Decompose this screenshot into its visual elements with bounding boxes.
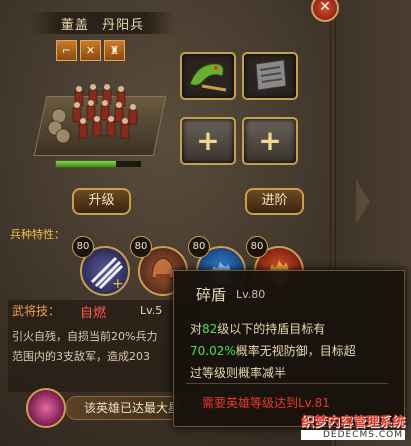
star-status-text: 该英雄已达最大星 (84, 401, 181, 415)
trait-level-4: 80 (246, 236, 268, 258)
armor-icon: ♜ (104, 40, 125, 61)
trait-level-3: 80 (188, 236, 210, 258)
watermark: 织梦内容管理系统 DEDECMS.COM (300, 411, 405, 440)
boot-icon: ⌐ (56, 40, 77, 61)
traits-label: 兵种特性： (10, 228, 65, 241)
general-skill-level: Lv.5 (140, 304, 163, 317)
add-icon: + (258, 124, 282, 157)
empty-slot-2[interactable]: + (242, 117, 298, 165)
tooltip-line-3: 过等级则概率减半 (190, 366, 287, 380)
general-name: 董盖 (60, 18, 89, 33)
tooltip-level-threshold: 82 (202, 322, 218, 336)
watermark-title: 织梦内容管理系统 (300, 415, 405, 430)
advance-button[interactable]: 进阶 (245, 188, 304, 215)
tooltip-skill-name: 碎盾 (196, 286, 227, 304)
tooltip-probability: 70.02% (190, 344, 236, 358)
tooltip-requirement: 需要英雄等级达到Lv.81 (202, 396, 330, 410)
pink-flame-icon[interactable] (26, 388, 66, 428)
tooltip-line-1: 对82级以下的持盾目标有 (190, 320, 325, 337)
watermark-domain: DEDECMS.COM (300, 430, 405, 440)
trait-level-1: 80 (72, 236, 94, 258)
tooltip-skill-level: Lv.80 (236, 288, 266, 301)
dragon-weapon-slot[interactable] (180, 52, 236, 100)
tooltip-divider (186, 383, 388, 384)
page-right-arrow[interactable] (356, 180, 370, 224)
svg-text:+: + (112, 276, 124, 292)
tooltip-line-2: 70.02%概率无视防御，目标超 (190, 342, 356, 359)
general-skill-label: 武将技： (12, 304, 61, 318)
tooltip-line1-suffix: 级以下的持盾目标有 (217, 322, 326, 336)
add-icon: + (196, 124, 220, 157)
empty-slot-1[interactable]: + (180, 117, 236, 165)
troop-hp-fill (56, 161, 116, 167)
tooltip-line1-prefix: 对 (190, 322, 203, 336)
troop-formation (47, 84, 138, 144)
trait-level-2: 80 (130, 236, 152, 258)
tooltip-line2-suffix: 概率无视防御，目标超 (235, 344, 356, 358)
crossed-weapons-icon: ✕ (80, 40, 101, 61)
scroll-icon (255, 59, 287, 91)
general-skill-desc-line1: 引火自残，自损当前20%兵力 (12, 330, 158, 343)
troop-hp-bar (55, 160, 142, 168)
unit-title: 董盖 丹阳兵 (30, 14, 175, 33)
general-skill-desc-line2: 范围内的3支敌军，造成203 (12, 350, 150, 363)
upgrade-button[interactable]: 升级 (72, 188, 131, 215)
general-skill-name[interactable]: 自燃 (80, 302, 106, 321)
dragon-weapon-icon (189, 63, 227, 92)
scroll-slot[interactable] (242, 52, 298, 100)
unit-name: 丹阳兵 (102, 18, 145, 33)
